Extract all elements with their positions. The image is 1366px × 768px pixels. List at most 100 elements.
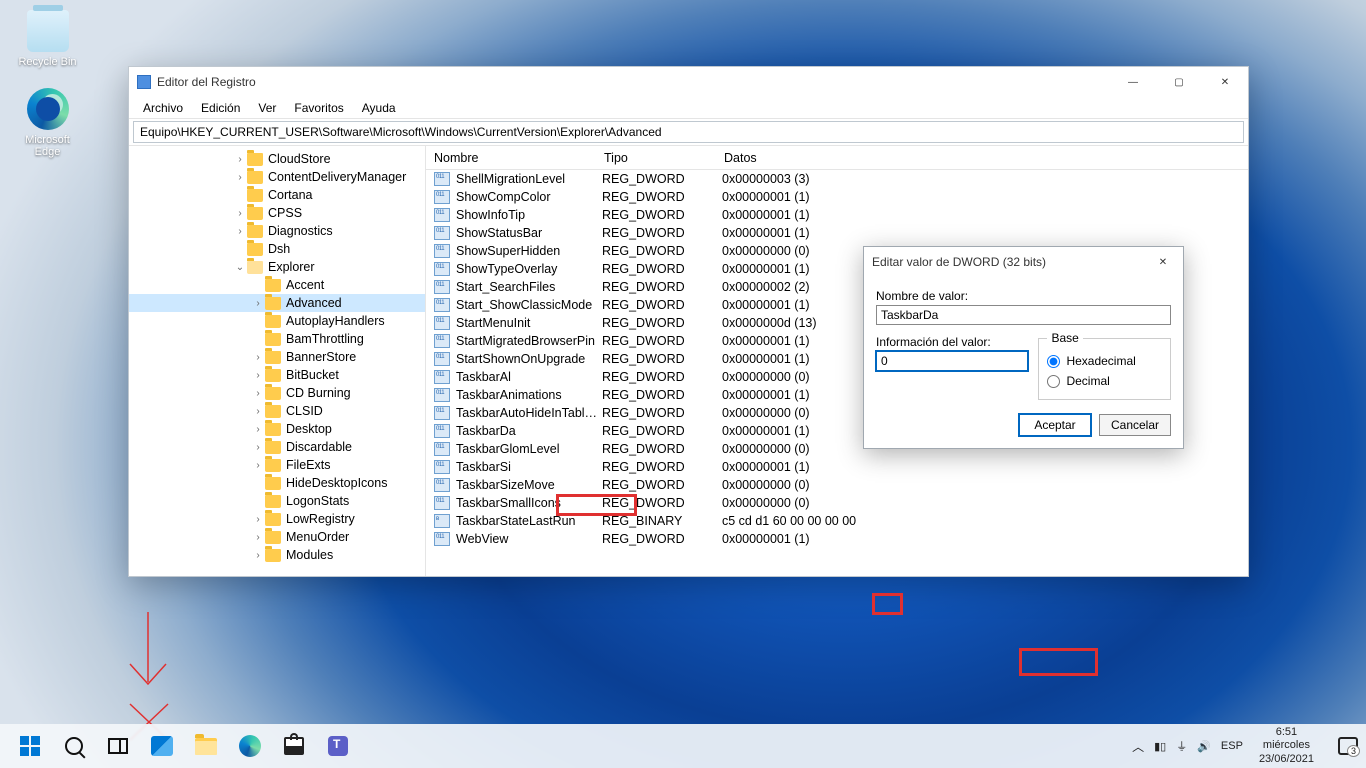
language-indicator[interactable]: ESP: [1221, 740, 1243, 752]
radio-dec[interactable]: Decimal: [1047, 371, 1162, 391]
radio-dec-input[interactable]: [1047, 375, 1060, 388]
volume-icon[interactable]: 🔊: [1197, 740, 1211, 753]
value-row-taskbarsizemove[interactable]: TaskbarSizeMoveREG_DWORD0x00000000 (0): [426, 476, 1248, 494]
start-button[interactable]: [17, 733, 43, 759]
value-row-shellmigrationlevel[interactable]: ShellMigrationLevelREG_DWORD0x00000003 (…: [426, 170, 1248, 188]
tree-item-desktop[interactable]: ›Desktop: [129, 420, 425, 438]
tree-item-cd-burning[interactable]: ›CD Burning: [129, 384, 425, 402]
expand-icon[interactable]: ›: [251, 370, 265, 381]
value-row-taskbarsmallicons[interactable]: TaskbarSmallIconsREG_DWORD0x00000000 (0): [426, 494, 1248, 512]
search-button[interactable]: [61, 733, 87, 759]
tree-item-advanced[interactable]: ›Advanced: [129, 294, 425, 312]
value-type: REG_DWORD: [602, 190, 722, 204]
value-data: 0x00000003 (3): [722, 172, 1248, 186]
edge-button[interactable]: [237, 733, 263, 759]
tree-item-cloudstore[interactable]: ›CloudStore: [129, 150, 425, 168]
expand-icon[interactable]: ›: [251, 406, 265, 417]
tree-item-hidedesktopicons[interactable]: HideDesktopIcons: [129, 474, 425, 492]
value-type: REG_DWORD: [602, 352, 722, 366]
store-button[interactable]: [281, 733, 307, 759]
tree-item-diagnostics[interactable]: ›Diagnostics: [129, 222, 425, 240]
explorer-button[interactable]: [193, 733, 219, 759]
tree-item-dsh[interactable]: Dsh: [129, 240, 425, 258]
tree-item-autoplayhandlers[interactable]: AutoplayHandlers: [129, 312, 425, 330]
value-data: 0x00000000 (0): [722, 478, 1248, 492]
value-data: 0x00000001 (1): [722, 532, 1248, 546]
tree-item-cpss[interactable]: ›CPSS: [129, 204, 425, 222]
value-row-showstatusbar[interactable]: ShowStatusBarREG_DWORD0x00000001 (1): [426, 224, 1248, 242]
expand-icon[interactable]: ›: [233, 172, 247, 183]
widgets-button[interactable]: [149, 733, 175, 759]
address-bar[interactable]: Equipo\HKEY_CURRENT_USER\Software\Micros…: [133, 121, 1244, 143]
menu-edicion[interactable]: Edición: [193, 99, 248, 117]
tree-item-discardable[interactable]: ›Discardable: [129, 438, 425, 456]
dialog-titlebar[interactable]: Editar valor de DWORD (32 bits) ✕: [864, 247, 1183, 277]
col-data[interactable]: Datos: [716, 147, 1248, 169]
teams-button[interactable]: [325, 733, 351, 759]
value-row-taskbarstatelastrun[interactable]: TaskbarStateLastRunREG_BINARYc5 cd d1 60…: [426, 512, 1248, 530]
tree-item-clsid[interactable]: ›CLSID: [129, 402, 425, 420]
expand-icon[interactable]: ›: [251, 298, 265, 309]
expand-icon[interactable]: ›: [251, 550, 265, 561]
value-row-showinfotip[interactable]: ShowInfoTipREG_DWORD0x00000001 (1): [426, 206, 1248, 224]
tree-label: BamThrottling: [286, 332, 364, 346]
menu-ver[interactable]: Ver: [250, 99, 284, 117]
tree-item-bannerstore[interactable]: ›BannerStore: [129, 348, 425, 366]
tree-item-explorer[interactable]: ⌄Explorer: [129, 258, 425, 276]
dialog-close-button[interactable]: ✕: [1143, 247, 1183, 277]
taskview-button[interactable]: [105, 733, 131, 759]
expand-icon[interactable]: ›: [251, 532, 265, 543]
maximize-button[interactable]: ▢: [1156, 67, 1202, 97]
value-row-webview[interactable]: WebViewREG_DWORD0x00000001 (1): [426, 530, 1248, 548]
dword-icon: [434, 334, 450, 348]
value-row-showcompcolor[interactable]: ShowCompColorREG_DWORD0x00000001 (1): [426, 188, 1248, 206]
ok-button[interactable]: Aceptar: [1019, 414, 1091, 436]
expand-icon[interactable]: ›: [251, 424, 265, 435]
radio-hex-input[interactable]: [1047, 355, 1060, 368]
value-name: StartMigratedBrowserPin: [456, 334, 602, 348]
expand-icon[interactable]: ›: [251, 352, 265, 363]
value-data-field[interactable]: [876, 351, 1028, 371]
tree-item-modules[interactable]: ›Modules: [129, 546, 425, 564]
value-name: ShowCompColor: [456, 190, 602, 204]
minimize-button[interactable]: —: [1110, 67, 1156, 97]
expand-icon[interactable]: ›: [233, 226, 247, 237]
value-data: 0x00000001 (1): [722, 190, 1248, 204]
menu-archivo[interactable]: Archivo: [135, 99, 191, 117]
tree-item-bitbucket[interactable]: ›BitBucket: [129, 366, 425, 384]
titlebar[interactable]: Editor del Registro — ▢ ✕: [129, 67, 1248, 97]
tree-item-cortana[interactable]: Cortana: [129, 186, 425, 204]
tree-item-menuorder[interactable]: ›MenuOrder: [129, 528, 425, 546]
expand-icon[interactable]: ›: [251, 514, 265, 525]
value-name-field[interactable]: [876, 305, 1171, 325]
col-type[interactable]: Tipo: [596, 147, 716, 169]
col-name[interactable]: Nombre: [426, 147, 596, 169]
value-name: Start_SearchFiles: [456, 280, 602, 294]
expand-icon[interactable]: ›: [233, 154, 247, 165]
menu-favoritos[interactable]: Favoritos: [286, 99, 351, 117]
expand-icon[interactable]: ›: [251, 460, 265, 471]
expand-icon[interactable]: ›: [251, 388, 265, 399]
expand-icon[interactable]: ›: [233, 208, 247, 219]
expand-icon[interactable]: ›: [251, 442, 265, 453]
expand-icon[interactable]: ⌄: [233, 262, 247, 273]
tree-item-contentdeliverymanager[interactable]: ›ContentDeliveryManager: [129, 168, 425, 186]
value-row-taskbarsi[interactable]: TaskbarSiREG_DWORD0x00000001 (1): [426, 458, 1248, 476]
clock[interactable]: 6:51 miércoles 23/06/2021: [1259, 726, 1314, 766]
radio-hex[interactable]: Hexadecimal: [1047, 351, 1162, 371]
cancel-button[interactable]: Cancelar: [1099, 414, 1171, 436]
tree-item-bamthrottling[interactable]: BamThrottling: [129, 330, 425, 348]
tree-item-fileexts[interactable]: ›FileExts: [129, 456, 425, 474]
recycle-bin[interactable]: Recycle Bin: [10, 10, 85, 68]
tray-chevron[interactable]: ︿: [1132, 738, 1144, 755]
network-icon[interactable]: ⏚: [1176, 738, 1187, 754]
battery-icon[interactable]: ▮▯: [1154, 740, 1166, 753]
notifications-button[interactable]: [1338, 737, 1358, 755]
tree-item-accent[interactable]: Accent: [129, 276, 425, 294]
close-button[interactable]: ✕: [1202, 67, 1248, 97]
menu-ayuda[interactable]: Ayuda: [354, 99, 404, 117]
tree-item-logonstats[interactable]: LogonStats: [129, 492, 425, 510]
tree-item-lowregistry[interactable]: ›LowRegistry: [129, 510, 425, 528]
edge-shortcut[interactable]: Microsoft Edge: [10, 88, 85, 158]
tree-pane[interactable]: ›CloudStore›ContentDeliveryManagerCortan…: [129, 146, 426, 576]
